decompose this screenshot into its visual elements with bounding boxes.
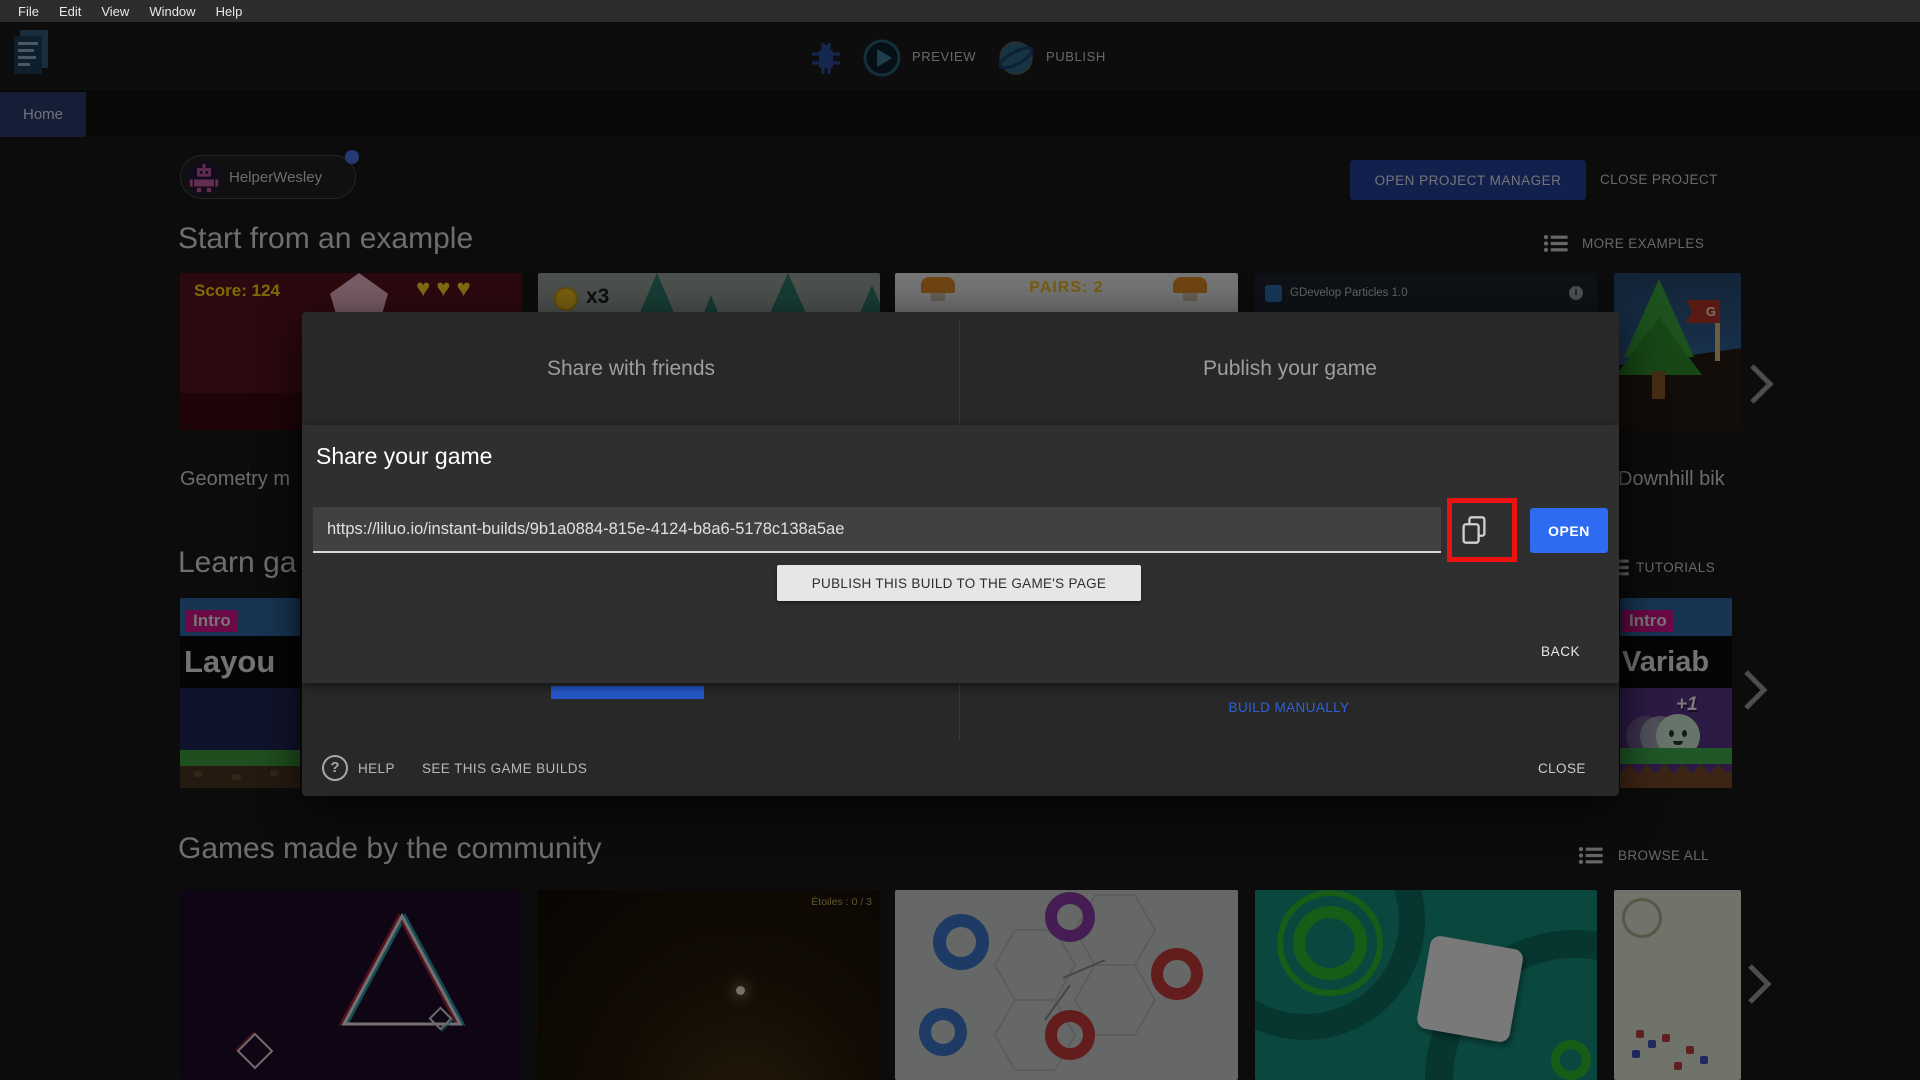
menu-edit[interactable]: Edit	[49, 4, 91, 19]
help-icon[interactable]: ?	[322, 755, 348, 781]
menu-file[interactable]: File	[8, 4, 49, 19]
tab-indicator	[551, 686, 704, 699]
tab-label: Share with friends	[546, 356, 716, 380]
app-window: File Edit View Window Help Share with fr…	[0, 0, 1920, 1080]
panel-title: Share your game	[316, 443, 493, 469]
share-url-text: https://liluo.io/instant-builds/9b1a0884…	[327, 519, 845, 538]
open-button[interactable]: OPEN	[1530, 508, 1608, 553]
publish-build-button[interactable]: PUBLISH THIS BUILD TO THE GAME'S PAGE	[777, 565, 1141, 601]
help-link[interactable]: HELP	[358, 761, 395, 776]
annotation-highlight-box	[1447, 498, 1517, 562]
tab-publish-your-game[interactable]: Publish your game	[961, 312, 1619, 425]
menubar: File Edit View Window Help	[0, 0, 1920, 22]
menu-help[interactable]: Help	[206, 4, 253, 19]
menu-view[interactable]: View	[91, 4, 139, 19]
close-button[interactable]: CLOSE	[1538, 761, 1586, 776]
menu-window[interactable]: Window	[139, 4, 205, 19]
build-manually-link[interactable]: BUILD MANUALLY	[1229, 700, 1350, 715]
share-your-game-panel: Share your game https://liluo.io/instant…	[302, 425, 1619, 683]
back-button[interactable]: BACK	[1535, 643, 1586, 660]
tab-share-with-friends[interactable]: Share with friends	[302, 312, 960, 425]
tab-label: Publish your game	[1203, 356, 1377, 380]
share-dialog: Share with friends Publish your game BUI…	[302, 312, 1619, 796]
see-builds-link[interactable]: SEE THIS GAME BUILDS	[422, 761, 587, 776]
share-url-field[interactable]: https://liluo.io/instant-builds/9b1a0884…	[313, 507, 1441, 553]
